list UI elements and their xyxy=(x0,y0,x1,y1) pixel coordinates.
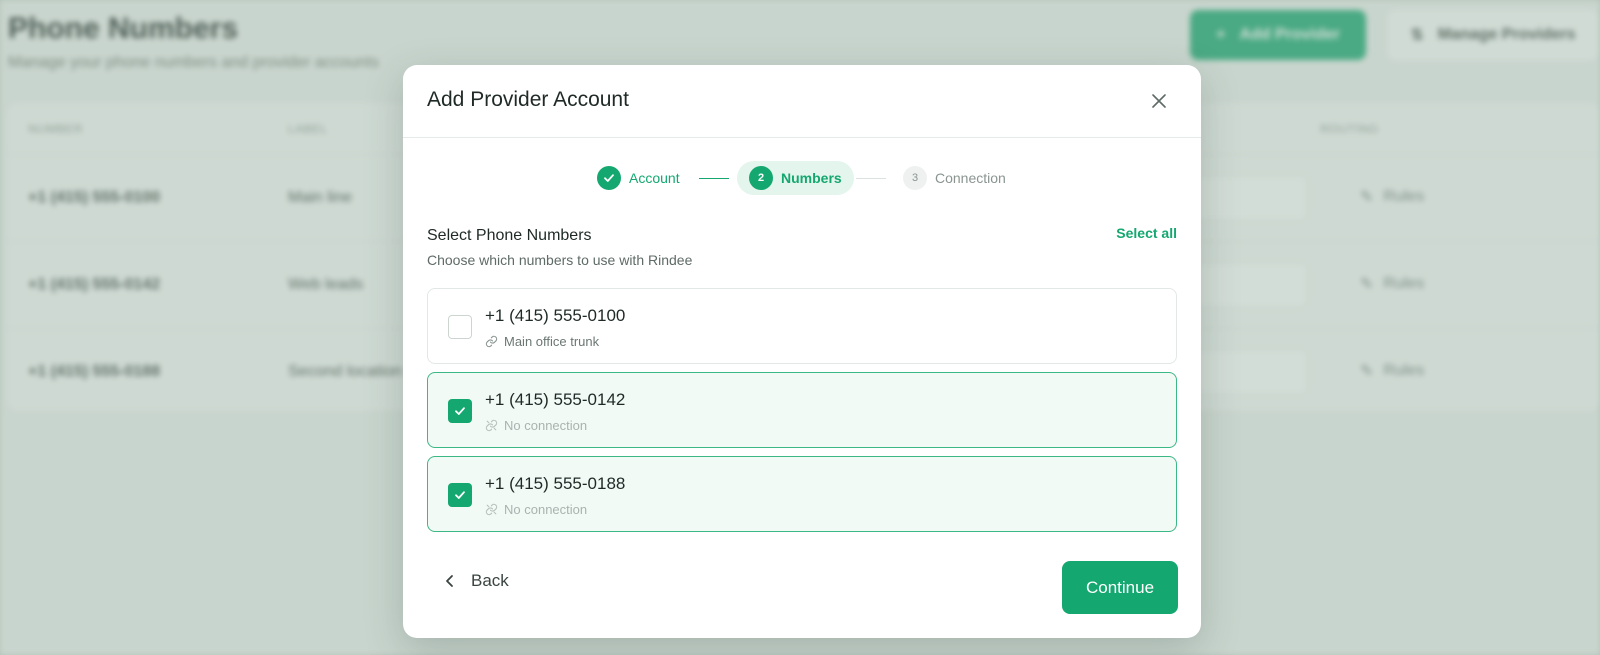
step-number: 3 xyxy=(903,166,927,190)
close-button[interactable] xyxy=(1147,89,1171,113)
phone-number-list: +1 (415) 555-0100 Main office trunk +1 (… xyxy=(427,288,1177,540)
number-checkbox[interactable] xyxy=(448,483,472,507)
section-description: Choose which numbers to use with Rindee xyxy=(427,252,693,268)
step-connector xyxy=(856,178,886,179)
step-connection: 3 Connection xyxy=(903,161,1006,195)
connection-status: No connection xyxy=(485,502,587,517)
number-checkbox[interactable] xyxy=(448,399,472,423)
unlink-icon xyxy=(485,503,498,516)
step-number: 2 xyxy=(749,166,773,190)
add-provider-modal: Add Provider Account Account 2 Numbers 3… xyxy=(403,65,1201,638)
step-numbers: 2 Numbers xyxy=(737,161,854,195)
step-connector xyxy=(699,178,729,179)
check-icon xyxy=(455,491,465,499)
connection-status: No connection xyxy=(485,418,587,433)
modal-title: Add Provider Account xyxy=(427,88,629,111)
phone-number: +1 (415) 555-0142 xyxy=(485,390,626,409)
close-icon xyxy=(1152,94,1166,108)
connection-label: No connection xyxy=(504,502,588,517)
modal-header: Add Provider Account xyxy=(403,65,1201,138)
number-checkbox[interactable] xyxy=(448,315,472,339)
unlink-icon xyxy=(485,419,498,432)
connection-status: Main office trunk xyxy=(485,334,599,349)
phone-number-option[interactable]: +1 (415) 555-0188 No connection xyxy=(427,456,1177,532)
step-label: Numbers xyxy=(781,170,842,186)
stepper: Account 2 Numbers 3 Connection xyxy=(403,161,1201,195)
section-title: Select Phone Numbers xyxy=(427,227,592,244)
connection-label: Main office trunk xyxy=(504,334,600,349)
link-icon xyxy=(485,335,498,348)
phone-number: +1 (415) 555-0100 xyxy=(485,306,626,325)
chevron-left-icon xyxy=(446,575,453,587)
step-account: Account xyxy=(597,161,680,195)
connection-label: No connection xyxy=(504,418,588,433)
step-check-icon xyxy=(597,166,621,190)
continue-button[interactable]: Continue xyxy=(1062,561,1178,614)
step-label: Connection xyxy=(935,170,1006,186)
phone-number: +1 (415) 555-0188 xyxy=(485,474,626,493)
step-label: Account xyxy=(629,170,680,186)
check-icon xyxy=(455,407,465,415)
back-label: Back xyxy=(471,571,509,590)
select-all-link[interactable]: Select all xyxy=(1116,225,1177,241)
phone-number-option[interactable]: +1 (415) 555-0142 No connection xyxy=(427,372,1177,448)
phone-number-option[interactable]: +1 (415) 555-0100 Main office trunk xyxy=(427,288,1177,364)
back-button[interactable]: Back xyxy=(445,565,509,597)
